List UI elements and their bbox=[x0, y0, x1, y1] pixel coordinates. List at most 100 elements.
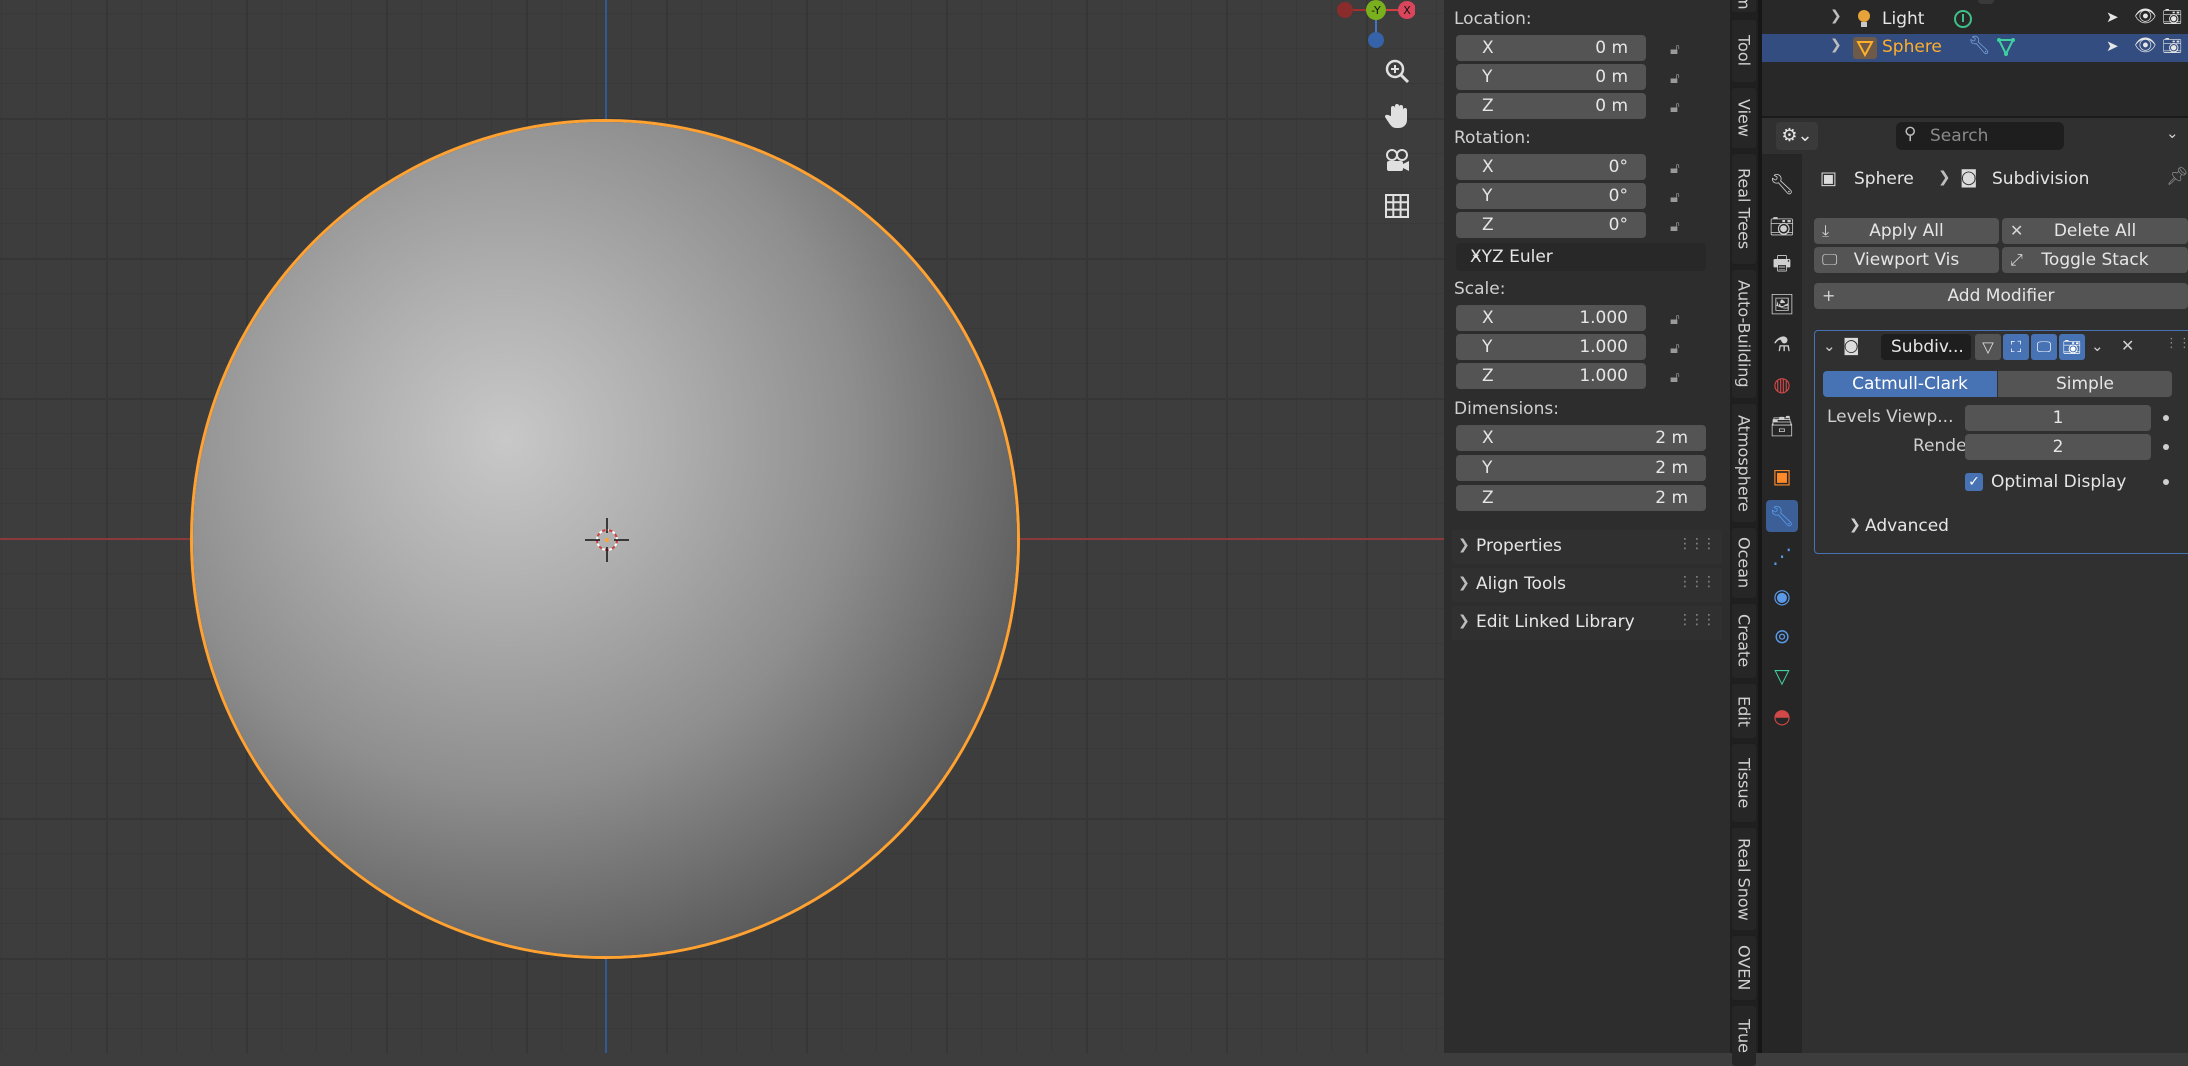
render-icon[interactable]: 📷︎ bbox=[1766, 210, 1798, 242]
mesh-data-icon[interactable] bbox=[1996, 37, 2016, 57]
tab-tool[interactable]: Tool bbox=[1732, 20, 1756, 82]
optimal-display-checkbox[interactable]: ✓ bbox=[1965, 473, 1983, 491]
delete-all-button[interactable]: ✕ Delete All bbox=[2002, 218, 2188, 244]
physics-icon[interactable]: ◉ bbox=[1766, 580, 1798, 612]
scale-x-field[interactable]: X 1.000 bbox=[1456, 305, 1646, 331]
lock-icon[interactable]: 🔓︎ bbox=[1670, 159, 1688, 177]
viewport-display-icon[interactable]: 🖵︎ bbox=[2031, 334, 2057, 360]
camera-render-icon[interactable]: 📷︎ bbox=[2162, 7, 2182, 26]
tab-tissue[interactable]: Tissue bbox=[1732, 744, 1756, 822]
scene-icon[interactable]: ⚗︎ bbox=[1766, 328, 1798, 360]
location-z-field[interactable]: Z0 m bbox=[1456, 93, 1646, 119]
lock-icon[interactable]: 🔓︎ bbox=[1670, 69, 1688, 87]
tab-partial[interactable]: m bbox=[1732, 0, 1756, 12]
camera-render-icon[interactable]: 📷︎ bbox=[2162, 36, 2182, 55]
animate-dot-icon[interactable] bbox=[2163, 479, 2169, 485]
tab-create[interactable]: Create bbox=[1732, 604, 1756, 678]
render-levels-field[interactable]: 2 bbox=[1965, 434, 2151, 460]
output-icon[interactable]: 🖶︎ bbox=[1766, 250, 1798, 282]
eye-icon[interactable]: 👁︎ bbox=[2134, 35, 2157, 56]
lock-icon[interactable]: 🔓︎ bbox=[1670, 368, 1688, 386]
modifier-wrench-icon[interactable]: 🔧︎ bbox=[1766, 500, 1798, 532]
tab-atmosphere[interactable]: Atmosphere bbox=[1732, 404, 1756, 522]
outliner-row-light[interactable]: ❯ Light ➤ 👁︎ 📷︎ bbox=[1762, 6, 2188, 34]
search-input[interactable]: ⚲ Search bbox=[1896, 122, 2064, 150]
render-camera-icon[interactable]: 📷︎ bbox=[2059, 334, 2085, 360]
chevron-down-icon[interactable]: ⌄ bbox=[2091, 337, 2104, 355]
add-modifier-button[interactable]: + Add Modifier bbox=[1814, 283, 2188, 309]
select-arrow-icon[interactable]: ➤ bbox=[2106, 8, 2119, 26]
rotation-mode-dropdown[interactable]: XYZ Euler ⌄ bbox=[1456, 243, 1706, 271]
tab-auto-building[interactable]: Auto-Building bbox=[1732, 270, 1756, 398]
rotation-y-field[interactable]: Y 0° bbox=[1456, 183, 1646, 209]
editor-type-icon[interactable]: ⚙︎⌄ bbox=[1776, 122, 1818, 150]
material-icon[interactable]: ◓ bbox=[1766, 700, 1798, 732]
viewport-vis-button[interactable]: 🖵︎ Viewport Vis bbox=[1814, 247, 1999, 273]
chevron-right-icon[interactable]: ❯ bbox=[1830, 37, 1842, 53]
tab-real-snow[interactable]: Real Snow bbox=[1732, 828, 1756, 930]
eye-icon[interactable]: 👁︎ bbox=[2134, 6, 2157, 27]
animate-dot-icon[interactable] bbox=[2163, 415, 2169, 421]
tab-oven[interactable]: OVEN bbox=[1732, 936, 1756, 1000]
outliner-sphere-name[interactable]: Sphere bbox=[1882, 37, 1942, 57]
properties-panel-header[interactable]: ❯ Properties ⋮⋮⋮ bbox=[1452, 530, 1722, 564]
tab-view[interactable]: View bbox=[1732, 88, 1756, 148]
modifier-name-field[interactable]: Subdiv... bbox=[1881, 334, 1971, 360]
catmull-clark-button[interactable]: Catmull-Clark bbox=[1823, 371, 1997, 397]
align-tools-panel-header[interactable]: ❯ Align Tools ⋮⋮⋮ bbox=[1452, 568, 1722, 602]
outliner-row-sphere[interactable]: ❯ Sphere 🔧︎ ➤ 👁︎ 📷︎ bbox=[1762, 34, 2188, 62]
outliner-light-name[interactable]: Light bbox=[1882, 9, 1924, 29]
object-icon[interactable]: ▣ bbox=[1766, 460, 1798, 492]
select-arrow-icon[interactable]: ➤ bbox=[2106, 37, 2119, 55]
dimension-x-field[interactable]: X2 m bbox=[1456, 425, 1706, 451]
location-x-field[interactable]: X0 m bbox=[1456, 35, 1646, 61]
animate-dot-icon[interactable] bbox=[2163, 444, 2169, 450]
chevron-right-icon[interactable]: ❯ bbox=[1830, 8, 1842, 24]
location-y-field[interactable]: Y0 m bbox=[1456, 64, 1646, 90]
mesh-data-icon[interactable]: ▽ bbox=[1766, 660, 1798, 692]
chevron-down-icon[interactable]: ⌄ bbox=[1823, 337, 1836, 355]
chevron-down-icon[interactable]: ⌄ bbox=[2166, 124, 2179, 142]
advanced-subpanel-header[interactable]: Advanced bbox=[1865, 516, 1949, 536]
collection-icon[interactable]: 🗃︎ bbox=[1766, 410, 1798, 442]
optimal-display-label[interactable]: Optimal Display bbox=[1991, 472, 2126, 492]
edit-mode-icon[interactable]: ▽ bbox=[1975, 334, 2001, 360]
edit-linked-library-panel-header[interactable]: ❯ Edit Linked Library ⋮⋮⋮ bbox=[1452, 606, 1722, 640]
wrench-icon[interactable]: 🔧︎ bbox=[1968, 35, 1991, 56]
levels-viewport-field[interactable]: 1 bbox=[1965, 405, 2151, 431]
dimension-y-field[interactable]: Y2 m bbox=[1456, 455, 1706, 481]
lock-icon[interactable]: 🔓︎ bbox=[1670, 188, 1688, 206]
lock-icon[interactable]: 🔓︎ bbox=[1670, 339, 1688, 357]
rotation-x-field[interactable]: X 0° bbox=[1456, 154, 1646, 180]
rotation-z-field[interactable]: Z 0° bbox=[1456, 212, 1646, 238]
view-layer-icon[interactable]: 🖼︎ bbox=[1766, 288, 1798, 320]
3d-cursor-icon[interactable] bbox=[585, 518, 629, 562]
grid-ortho-icon[interactable] bbox=[1378, 187, 1416, 225]
dimension-z-field[interactable]: Z2 m bbox=[1456, 485, 1706, 511]
tab-true[interactable]: True bbox=[1732, 1006, 1756, 1066]
particles-icon[interactable]: ⋰ bbox=[1766, 540, 1798, 572]
3d-viewport[interactable]: -Y X bbox=[0, 0, 1444, 1053]
lock-icon[interactable]: 🔓︎ bbox=[1670, 217, 1688, 235]
pin-icon[interactable]: 📌︎ bbox=[2166, 166, 2188, 187]
lock-icon[interactable]: 🔓︎ bbox=[1670, 98, 1688, 116]
pan-hand-icon[interactable] bbox=[1378, 97, 1416, 135]
scale-z-field[interactable]: Z 1.000 bbox=[1456, 363, 1646, 389]
tab-real-trees[interactable]: Real Trees bbox=[1732, 154, 1756, 264]
chevron-right-icon[interactable]: ❯ bbox=[1849, 517, 1861, 533]
world-icon[interactable]: ◍ bbox=[1766, 368, 1798, 400]
tool-settings-icon[interactable]: 🔧︎ bbox=[1766, 168, 1798, 200]
tab-edit[interactable]: Edit bbox=[1732, 684, 1756, 738]
close-icon[interactable]: ✕ bbox=[2121, 336, 2134, 355]
camera-view-icon[interactable] bbox=[1378, 142, 1416, 180]
edit-cage-icon[interactable]: ⛶ bbox=[2003, 334, 2029, 360]
navigation-gizmo[interactable]: -Y X bbox=[1325, 0, 1415, 48]
zoom-icon[interactable] bbox=[1378, 52, 1416, 90]
toggle-stack-button[interactable]: ⤢ Toggle Stack bbox=[2002, 247, 2188, 273]
light-data-icon[interactable] bbox=[1952, 8, 1974, 30]
simple-button[interactable]: Simple bbox=[1998, 371, 2172, 397]
constraints-icon[interactable]: ⊚ bbox=[1766, 620, 1798, 652]
lock-icon[interactable]: 🔓︎ bbox=[1670, 40, 1688, 58]
scale-y-field[interactable]: Y 1.000 bbox=[1456, 334, 1646, 360]
tab-ocean[interactable]: Ocean bbox=[1732, 528, 1756, 598]
